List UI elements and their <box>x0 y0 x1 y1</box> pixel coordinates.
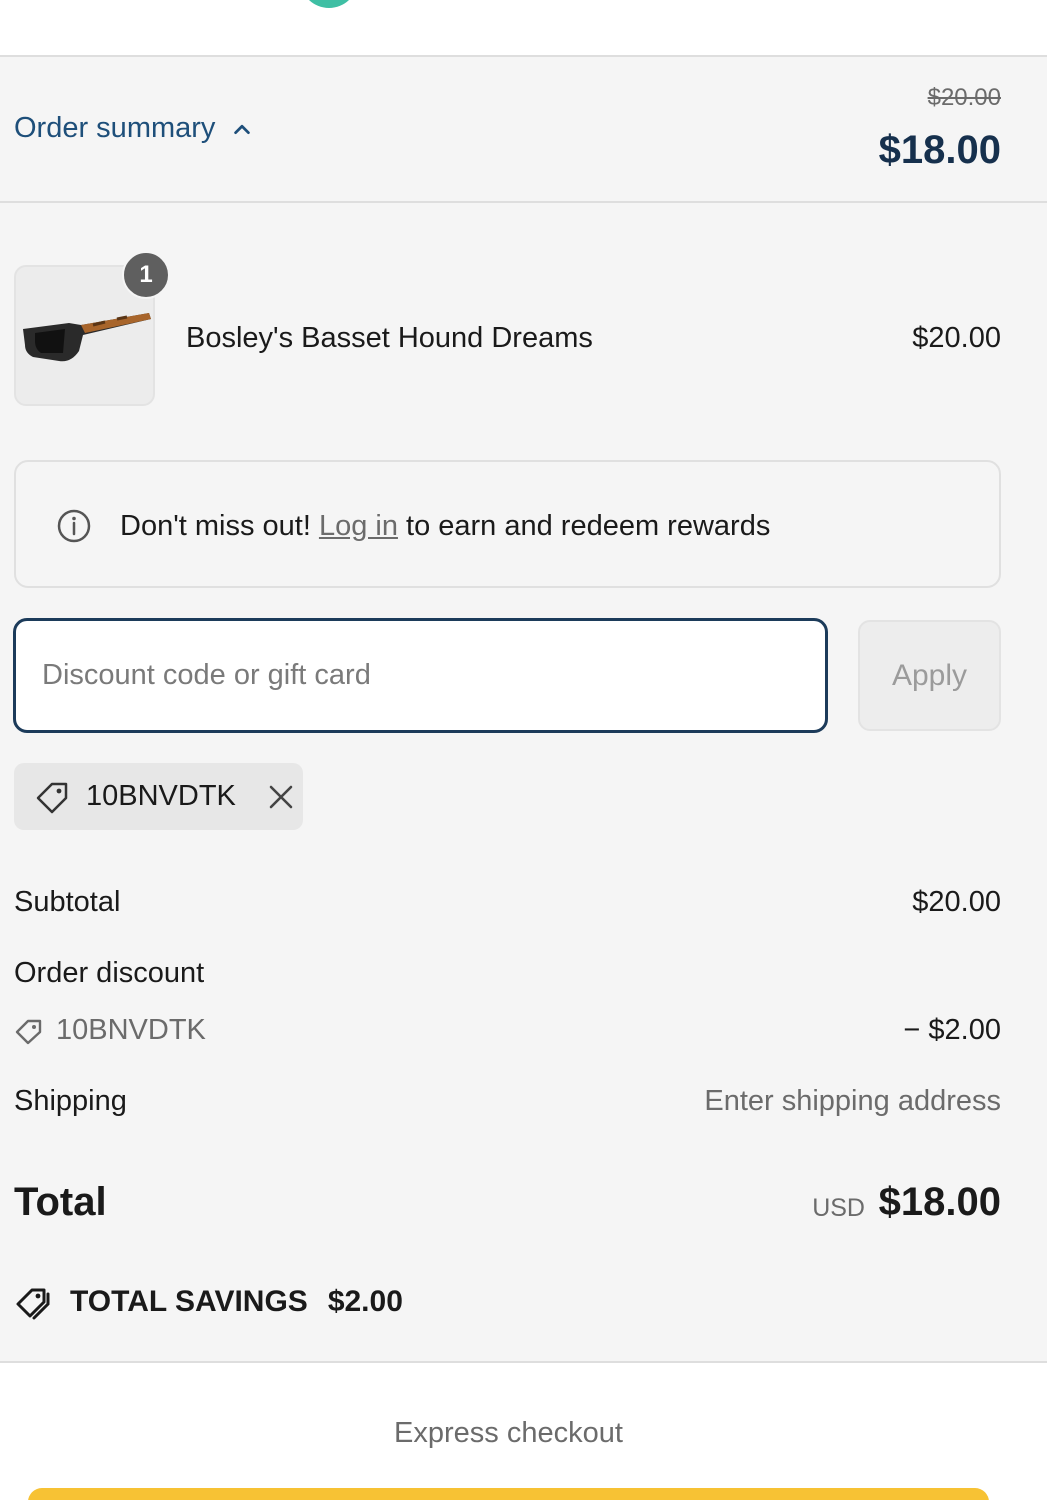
rewards-banner: Don't miss out! Log in to earn and redee… <box>14 460 1001 588</box>
apply-button[interactable]: Apply <box>858 620 1001 731</box>
order-summary-toggle[interactable]: Order summary <box>14 112 253 145</box>
discount-code-input[interactable] <box>13 618 828 733</box>
product-price: $20.00 <box>912 322 1001 354</box>
top-strip <box>0 0 1047 57</box>
subtotal-value: $20.00 <box>912 886 1001 918</box>
total-label: Total <box>14 1180 107 1224</box>
shipping-value: Enter shipping address <box>704 1085 1001 1117</box>
checkout-page: Order summary $20.00 $18.00 1 Bosley's B… <box>0 0 1047 1500</box>
order-discount-code-text: 10BNVDTK <box>56 1014 206 1046</box>
step-indicator-dot <box>300 0 358 8</box>
order-discount-value: − $2.00 <box>903 1014 1001 1046</box>
tag-icon <box>15 1019 42 1044</box>
subtotal-label: Subtotal <box>14 886 121 918</box>
applied-code-text: 10BNVDTK <box>86 780 236 812</box>
current-price: $18.00 <box>878 128 1001 172</box>
sunglasses-icon <box>23 313 151 362</box>
order-summary-header: Order summary $20.00 $18.00 <box>0 57 1047 203</box>
info-icon <box>57 509 91 543</box>
rewards-suffix: to earn and redeem rewards <box>397 510 771 542</box>
login-link[interactable]: Log in <box>319 510 398 542</box>
applied-code-chip: 10BNVDTK <box>14 763 303 830</box>
tag-icon <box>36 782 68 813</box>
total-currency: USD <box>812 1194 865 1222</box>
product-name: Bosley's Basset Hound Dreams <box>186 322 593 354</box>
original-price: $20.00 <box>927 84 1001 111</box>
total-savings: TOTAL SAVINGS $2.00 <box>14 1282 403 1322</box>
rewards-prefix: Don't miss out! <box>120 510 319 542</box>
rewards-message: Don't miss out! Log in to earn and redee… <box>120 510 770 543</box>
close-icon[interactable] <box>266 782 296 812</box>
order-discount-label: Order discount <box>14 957 205 989</box>
shipping-label: Shipping <box>14 1085 127 1117</box>
tags-icon <box>16 1288 50 1320</box>
express-checkout-button[interactable] <box>28 1488 989 1500</box>
order-discount-code: 10BNVDTK <box>14 1014 206 1047</box>
express-checkout-label: Express checkout <box>394 1417 623 1449</box>
total-value: $18.00 <box>878 1180 1001 1224</box>
order-summary-label: Order summary <box>14 112 216 144</box>
total-savings-value: $2.00 <box>327 1285 403 1318</box>
quantity-badge: 1 <box>122 251 170 299</box>
chevron-up-icon <box>234 124 251 134</box>
total-savings-label: TOTAL SAVINGS <box>70 1285 308 1318</box>
